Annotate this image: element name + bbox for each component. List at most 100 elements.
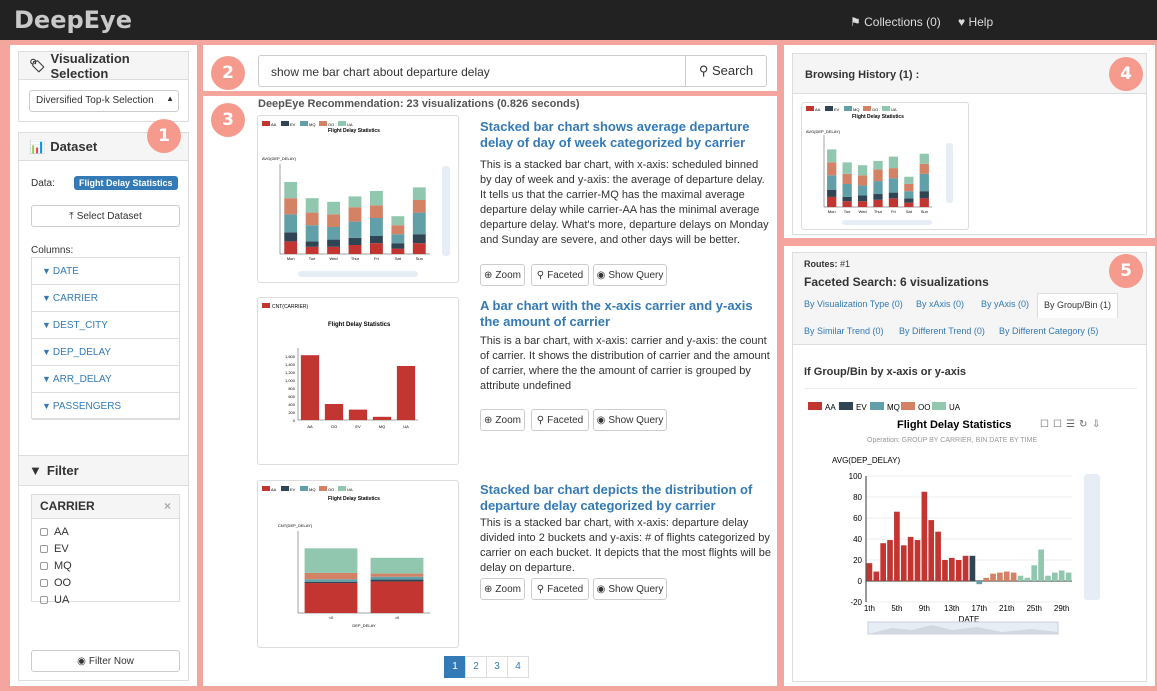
result-title-2[interactable]: A bar chart with the x-axis carrier and … bbox=[480, 298, 770, 330]
checkbox[interactable] bbox=[40, 528, 48, 537]
filter-now-button[interactable]: ◉ Filter Now bbox=[31, 650, 180, 672]
bar-aa-6[interactable] bbox=[900, 545, 907, 581]
carrier-option-ev[interactable]: EV bbox=[40, 543, 69, 555]
column-carrier[interactable]: ▼ CARRIER bbox=[32, 285, 180, 312]
carrier-option-aa[interactable]: AA bbox=[40, 526, 69, 538]
facet-tab-5[interactable]: By Similar Trend (0) bbox=[804, 326, 884, 336]
zoom-button-3[interactable]: ⊕ Zoom bbox=[480, 578, 525, 600]
page-1[interactable]: 1 bbox=[444, 656, 466, 678]
page-2[interactable]: 2 bbox=[465, 656, 487, 678]
page-4[interactable]: 4 bbox=[507, 656, 529, 678]
bar-aa-2[interactable] bbox=[873, 571, 880, 581]
bar-ev-16[interactable] bbox=[969, 555, 976, 581]
result-title-3[interactable]: Stacked bar chart depicts the distributi… bbox=[480, 482, 770, 514]
legend-swatch-mq[interactable] bbox=[870, 402, 884, 410]
zoom-button-1[interactable]: ⊕ Zoom bbox=[480, 264, 525, 286]
column-label: DEP_DELAY bbox=[52, 346, 112, 358]
bar-aa-4[interactable] bbox=[887, 540, 893, 581]
bar-ua-25[interactable] bbox=[1031, 565, 1038, 581]
mini-bar-thur-ua bbox=[873, 160, 883, 170]
legend-swatch-aa[interactable] bbox=[808, 402, 822, 410]
mini-bar-sun-mq bbox=[919, 173, 929, 192]
legend-swatch-ua[interactable] bbox=[932, 402, 946, 410]
search-input[interactable]: show me bar chart about departure delay bbox=[258, 55, 686, 87]
download-icon[interactable]: ⇩ bbox=[1092, 419, 1100, 430]
legend-swatch-ev[interactable] bbox=[839, 402, 853, 410]
bar-ua-27[interactable] bbox=[1045, 575, 1051, 581]
bar-ua-28[interactable] bbox=[1052, 572, 1058, 581]
bar-aa-8[interactable] bbox=[914, 540, 921, 581]
bar-aa-13[interactable] bbox=[949, 557, 955, 581]
bar-mq-17[interactable] bbox=[976, 581, 983, 585]
checkbox[interactable] bbox=[40, 596, 48, 605]
column-date[interactable]: ▼ DATE bbox=[32, 258, 180, 285]
bar-oo-22[interactable] bbox=[1010, 572, 1017, 581]
facet-tab-2[interactable]: By xAxis (0) bbox=[916, 299, 964, 309]
bar-oo-20[interactable] bbox=[997, 572, 1003, 581]
chart-subtitle: Operation: GROUP BY CARRIER, BIN DATE BY… bbox=[867, 437, 1037, 444]
bar-aa-11[interactable] bbox=[935, 531, 941, 581]
bar-aa-12[interactable] bbox=[942, 560, 948, 581]
faceted-button-3[interactable]: ⚲ Faceted bbox=[531, 578, 589, 600]
help-link[interactable]: ♥ Help bbox=[958, 15, 993, 29]
bar-ua-29[interactable] bbox=[1058, 570, 1065, 582]
facet-tab-7[interactable]: By Different Category (5) bbox=[999, 326, 1098, 336]
result-thumbnail-3[interactable]: AA EV MQ OO UA Flight Delay Statistics CNT(DEP… bbox=[257, 480, 459, 648]
result-title-1[interactable]: Stacked bar chart shows average departur… bbox=[480, 119, 770, 151]
bar-oo-18[interactable] bbox=[983, 577, 989, 581]
carrier-option-oo[interactable]: OO bbox=[40, 577, 71, 589]
page-3[interactable]: 3 bbox=[486, 656, 508, 678]
routes-value[interactable]: #1 bbox=[840, 259, 850, 269]
data-view-icon[interactable]: ☰ bbox=[1066, 419, 1075, 430]
close-icon[interactable]: × bbox=[164, 499, 171, 513]
zoom-box-icon[interactable]: ☐ bbox=[1040, 419, 1049, 430]
column-dep-delay[interactable]: ▼ DEP_DELAY bbox=[32, 339, 180, 366]
search-button[interactable]: ⚲ Search bbox=[685, 55, 767, 87]
bar-ua-30[interactable] bbox=[1065, 572, 1072, 581]
column-dest-city[interactable]: ▼ DEST_CITY bbox=[32, 312, 180, 339]
checkbox[interactable] bbox=[40, 562, 48, 571]
bar-ua-26[interactable] bbox=[1038, 549, 1044, 582]
bar-aa-14[interactable] bbox=[955, 560, 962, 581]
collections-link[interactable]: ⚑ Collections (0) bbox=[850, 15, 941, 29]
column-arr-delay[interactable]: ▼ ARR_DELAY bbox=[32, 366, 180, 393]
column-passengers[interactable]: ▼ PASSENGERS bbox=[32, 393, 180, 420]
facet-tab-1[interactable]: By Visualization Type (0) bbox=[804, 299, 903, 309]
y-datazoom-slider[interactable] bbox=[1084, 474, 1100, 600]
bar-ua-23[interactable] bbox=[1017, 575, 1024, 581]
restore-icon[interactable]: ☐ bbox=[1053, 419, 1062, 430]
bar-aa-5[interactable] bbox=[894, 511, 900, 581]
bar-oo-19[interactable] bbox=[990, 573, 996, 581]
checkbox[interactable] bbox=[40, 579, 48, 588]
bar-aa-15[interactable] bbox=[962, 555, 969, 581]
show-query-button-3[interactable]: ◉ Show Query bbox=[593, 578, 667, 600]
legend-swatch-oo[interactable] bbox=[901, 402, 915, 410]
vis-selection-select[interactable]: Diversified Top-k Selection ▲ bbox=[29, 90, 179, 112]
carrier-option-mq[interactable]: MQ bbox=[40, 560, 72, 572]
faceted-button-2[interactable]: ⚲ Faceted bbox=[531, 409, 589, 431]
facet-tab-4[interactable]: By Group/Bin (1) bbox=[1037, 293, 1119, 318]
checkbox[interactable] bbox=[40, 545, 48, 554]
bar-aa-10[interactable] bbox=[928, 520, 935, 581]
bar-aa-1[interactable] bbox=[866, 563, 873, 581]
bar-oo-21[interactable] bbox=[1003, 571, 1010, 581]
faceted-main-chart[interactable]: AA EV MQ OO UA Flight Delay Statistics Operati… bbox=[802, 396, 1142, 646]
mini-legend: AA EV MQ OO UA bbox=[806, 106, 897, 112]
show-query-button-1[interactable]: ◉ Show Query bbox=[593, 264, 667, 286]
facet-tab-6[interactable]: By Different Trend (0) bbox=[899, 326, 985, 336]
history-thumbnail[interactable]: AA EV MQ OO UA Flight Delay Statistics Mon Tue W… bbox=[801, 102, 969, 230]
bar-ua-24[interactable] bbox=[1024, 577, 1031, 581]
bar-aa-9[interactable] bbox=[921, 491, 928, 581]
faceted-button-1[interactable]: ⚲ Faceted bbox=[531, 264, 589, 286]
bar-aa-3[interactable] bbox=[880, 543, 886, 581]
result-thumbnail-2[interactable]: CNT(CARRIER) Flight Delay Statistics 0 200 4… bbox=[257, 297, 459, 465]
select-dataset-button[interactable]: ⤒ Select Dataset bbox=[31, 205, 180, 227]
refresh-icon[interactable]: ↻ bbox=[1079, 419, 1087, 430]
carrier-option-ua[interactable]: UA bbox=[40, 594, 69, 606]
facet-tab-3[interactable]: By yAxis (0) bbox=[981, 299, 1029, 309]
show-query-button-2[interactable]: ◉ Show Query bbox=[593, 409, 667, 431]
zoom-button-2[interactable]: ⊕ Zoom bbox=[480, 409, 525, 431]
brand-logo[interactable]: DeepEye bbox=[14, 6, 132, 34]
bar-aa-7[interactable] bbox=[907, 536, 914, 581]
result-thumbnail-1[interactable]: AA EV MQ OO UA Flight Delay Statistics Mon Tue W… bbox=[257, 115, 459, 283]
